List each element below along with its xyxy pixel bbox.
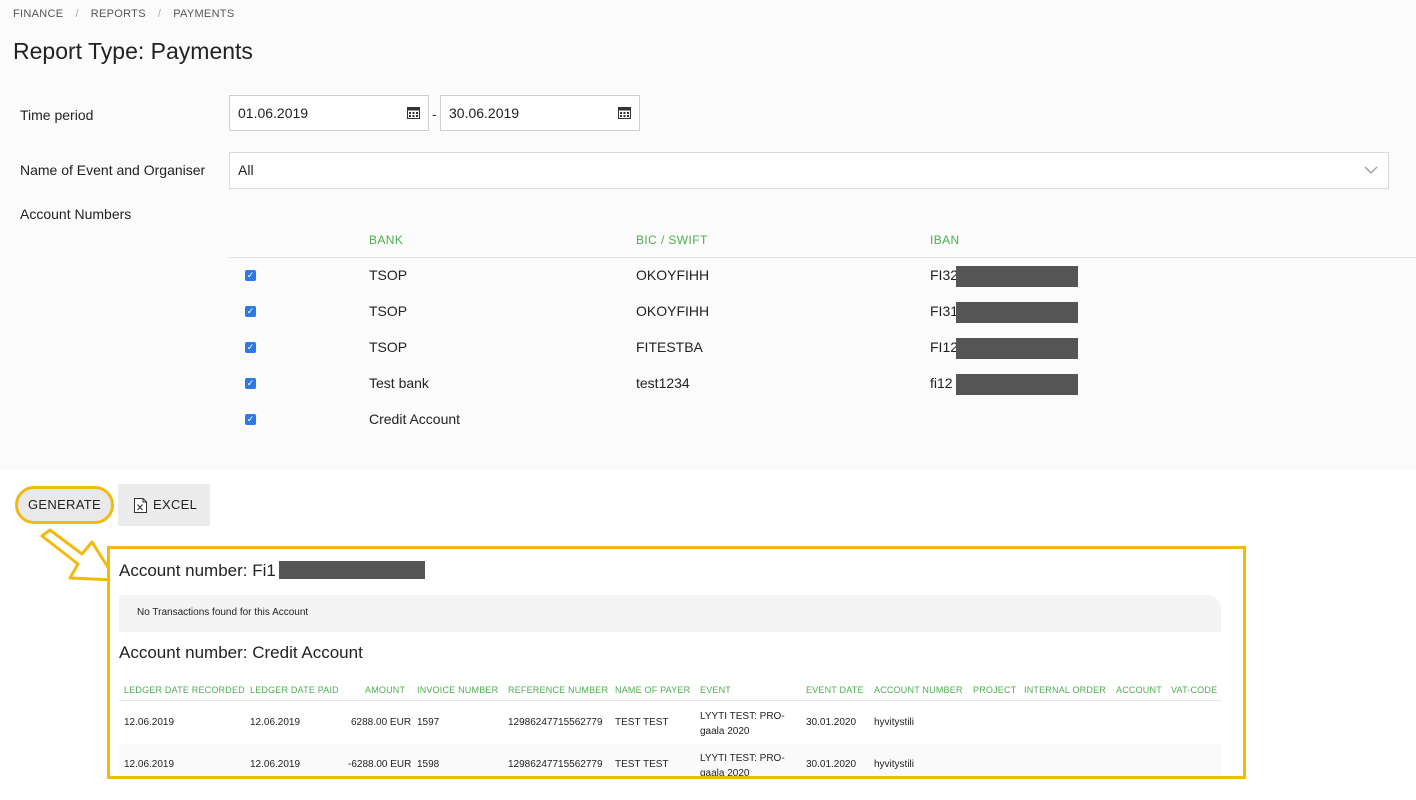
- account-iban: fi12: [930, 375, 953, 391]
- page-title: Report Type: Payments: [13, 38, 253, 64]
- chevron-down-icon: [1364, 166, 1378, 174]
- cell-reference-number: 12986247715562779: [508, 717, 603, 728]
- account-bank: TSOP: [369, 339, 408, 355]
- account-iban: FI32: [930, 267, 959, 283]
- cell-amount: -6288.00 EUR: [348, 759, 412, 770]
- column-header-reference-number: REFERENCE NUMBER: [508, 685, 609, 695]
- date-to-input[interactable]: 30.06.2019: [440, 95, 640, 131]
- column-header-invoice-number: INVOICE NUMBER: [417, 685, 499, 695]
- account-bic: FITESTBA: [636, 339, 703, 355]
- breadcrumb-separator: /: [75, 8, 79, 20]
- generate-button[interactable]: GENERATE: [15, 486, 114, 524]
- redaction-block: [956, 374, 1078, 395]
- redaction-block: [279, 561, 425, 579]
- account-iban: FI31: [930, 303, 959, 319]
- breadcrumb-separator: /: [157, 8, 162, 20]
- account-row: ✓ Credit Account: [0, 403, 1416, 439]
- cell-amount: 6288.00 EUR: [351, 717, 412, 728]
- breadcrumb-reports[interactable]: REPORTS: [91, 8, 146, 20]
- account-row: ✓ TSOP OKOYFIHH FI31: [0, 295, 1416, 331]
- redaction-block: [956, 302, 1078, 323]
- column-header-name-of-payer: NAME OF PAYER: [615, 685, 691, 695]
- column-header-amount: AMOUNT: [365, 685, 406, 695]
- account-bank: TSOP: [369, 303, 408, 319]
- cell-event: LYYTI TEST: PRO-gaala 2020: [700, 753, 785, 779]
- column-header-event: EVENT: [700, 685, 732, 695]
- account-bic: OKOYFIHH: [636, 267, 710, 283]
- cell-ledger-date-recorded: 12.06.2019: [124, 717, 175, 728]
- breadcrumb: FINANCE / REPORTS / PAYMENTS: [13, 8, 234, 20]
- account-checkbox[interactable]: ✓: [245, 342, 256, 353]
- no-transactions-message: No Transactions found for this Account: [119, 595, 1221, 632]
- date-range-separator: -: [432, 106, 437, 122]
- result-heading-credit-account: Account number: Credit Account: [119, 643, 363, 662]
- column-header-project: PROJECT: [973, 685, 1017, 695]
- event-filter-value: All: [238, 162, 254, 178]
- column-header-iban: IBAN: [930, 233, 960, 247]
- cell-invoice-number: 1598: [417, 759, 440, 770]
- column-header-internal-order: INTERNAL ORDER: [1024, 685, 1106, 695]
- calendar-icon[interactable]: [618, 106, 631, 119]
- cell-account-number: hyvitystili: [874, 717, 915, 728]
- account-checkbox[interactable]: ✓: [245, 414, 256, 425]
- column-header-vat-code: VAT-CODE: [1171, 685, 1218, 695]
- calendar-icon[interactable]: [407, 106, 420, 119]
- divider: [229, 257, 1416, 258]
- column-header-event-date: EVENT DATE: [806, 685, 864, 695]
- cell-event-date: 30.01.2020: [806, 717, 857, 728]
- cell-ledger-date-paid: 12.06.2019: [250, 759, 301, 770]
- date-from-value: 01.06.2019: [238, 105, 309, 121]
- redaction-block: [956, 266, 1078, 287]
- account-row: ✓ TSOP OKOYFIHH FI32: [0, 259, 1416, 295]
- account-bank: TSOP: [369, 267, 408, 283]
- account-checkbox[interactable]: ✓: [245, 378, 256, 389]
- report-results: Account number: Fi1 No Transactions foun…: [107, 546, 1246, 779]
- date-to-value: 30.06.2019: [449, 105, 520, 121]
- account-iban: FI12: [930, 339, 959, 355]
- account-bank: Test bank: [369, 375, 429, 391]
- cell-event-date: 30.01.2020: [806, 759, 857, 770]
- column-header-account-number: ACCOUNT NUMBER: [874, 685, 963, 695]
- redaction-block: [956, 338, 1078, 359]
- divider: [119, 700, 1221, 701]
- breadcrumb-payments: PAYMENTS: [173, 8, 235, 20]
- cell-event: LYYTI TEST: PRO-gaala 2020: [700, 711, 785, 737]
- cell-reference-number: 12986247715562779: [508, 759, 603, 770]
- event-filter-select[interactable]: All: [229, 152, 1389, 189]
- time-period-label: Time period: [20, 107, 94, 123]
- account-bic: test1234: [636, 375, 690, 391]
- account-checkbox[interactable]: ✓: [245, 270, 256, 281]
- column-header-ledger-date-recorded: LEDGER DATE RECORDED: [124, 685, 245, 695]
- cell-invoice-number: 1597: [417, 717, 440, 728]
- column-header-account: ACCOUNT: [1116, 685, 1162, 695]
- account-row: ✓ Test bank test1234 fi12: [0, 367, 1416, 403]
- date-from-input[interactable]: 01.06.2019: [229, 95, 429, 131]
- account-row: ✓ TSOP FITESTBA FI12: [0, 331, 1416, 367]
- cell-ledger-date-recorded: 12.06.2019: [124, 759, 175, 770]
- cell-account-number: hyvitystili: [874, 759, 915, 770]
- cell-name-of-payer: TEST TEST: [615, 717, 669, 728]
- account-checkbox[interactable]: ✓: [245, 306, 256, 317]
- cell-ledger-date-paid: 12.06.2019: [250, 717, 301, 728]
- column-header-ledger-date-paid: LEDGER DATE PAID: [250, 685, 339, 695]
- account-bic: OKOYFIHH: [636, 303, 710, 319]
- excel-button[interactable]: EXCEL: [118, 484, 210, 526]
- cell-name-of-payer: TEST TEST: [615, 759, 669, 770]
- breadcrumb-finance[interactable]: FINANCE: [13, 8, 63, 20]
- excel-file-icon: [134, 498, 147, 513]
- column-header-bank: BANK: [369, 233, 404, 247]
- excel-button-label: EXCEL: [153, 497, 198, 512]
- result-heading-account: Account number: Fi1: [119, 561, 276, 580]
- event-filter-label: Name of Event and Organiser: [20, 162, 206, 178]
- account-numbers-label: Account Numbers: [20, 206, 132, 222]
- account-bank: Credit Account: [369, 411, 461, 427]
- column-header-bic: BIC / SWIFT: [636, 233, 708, 247]
